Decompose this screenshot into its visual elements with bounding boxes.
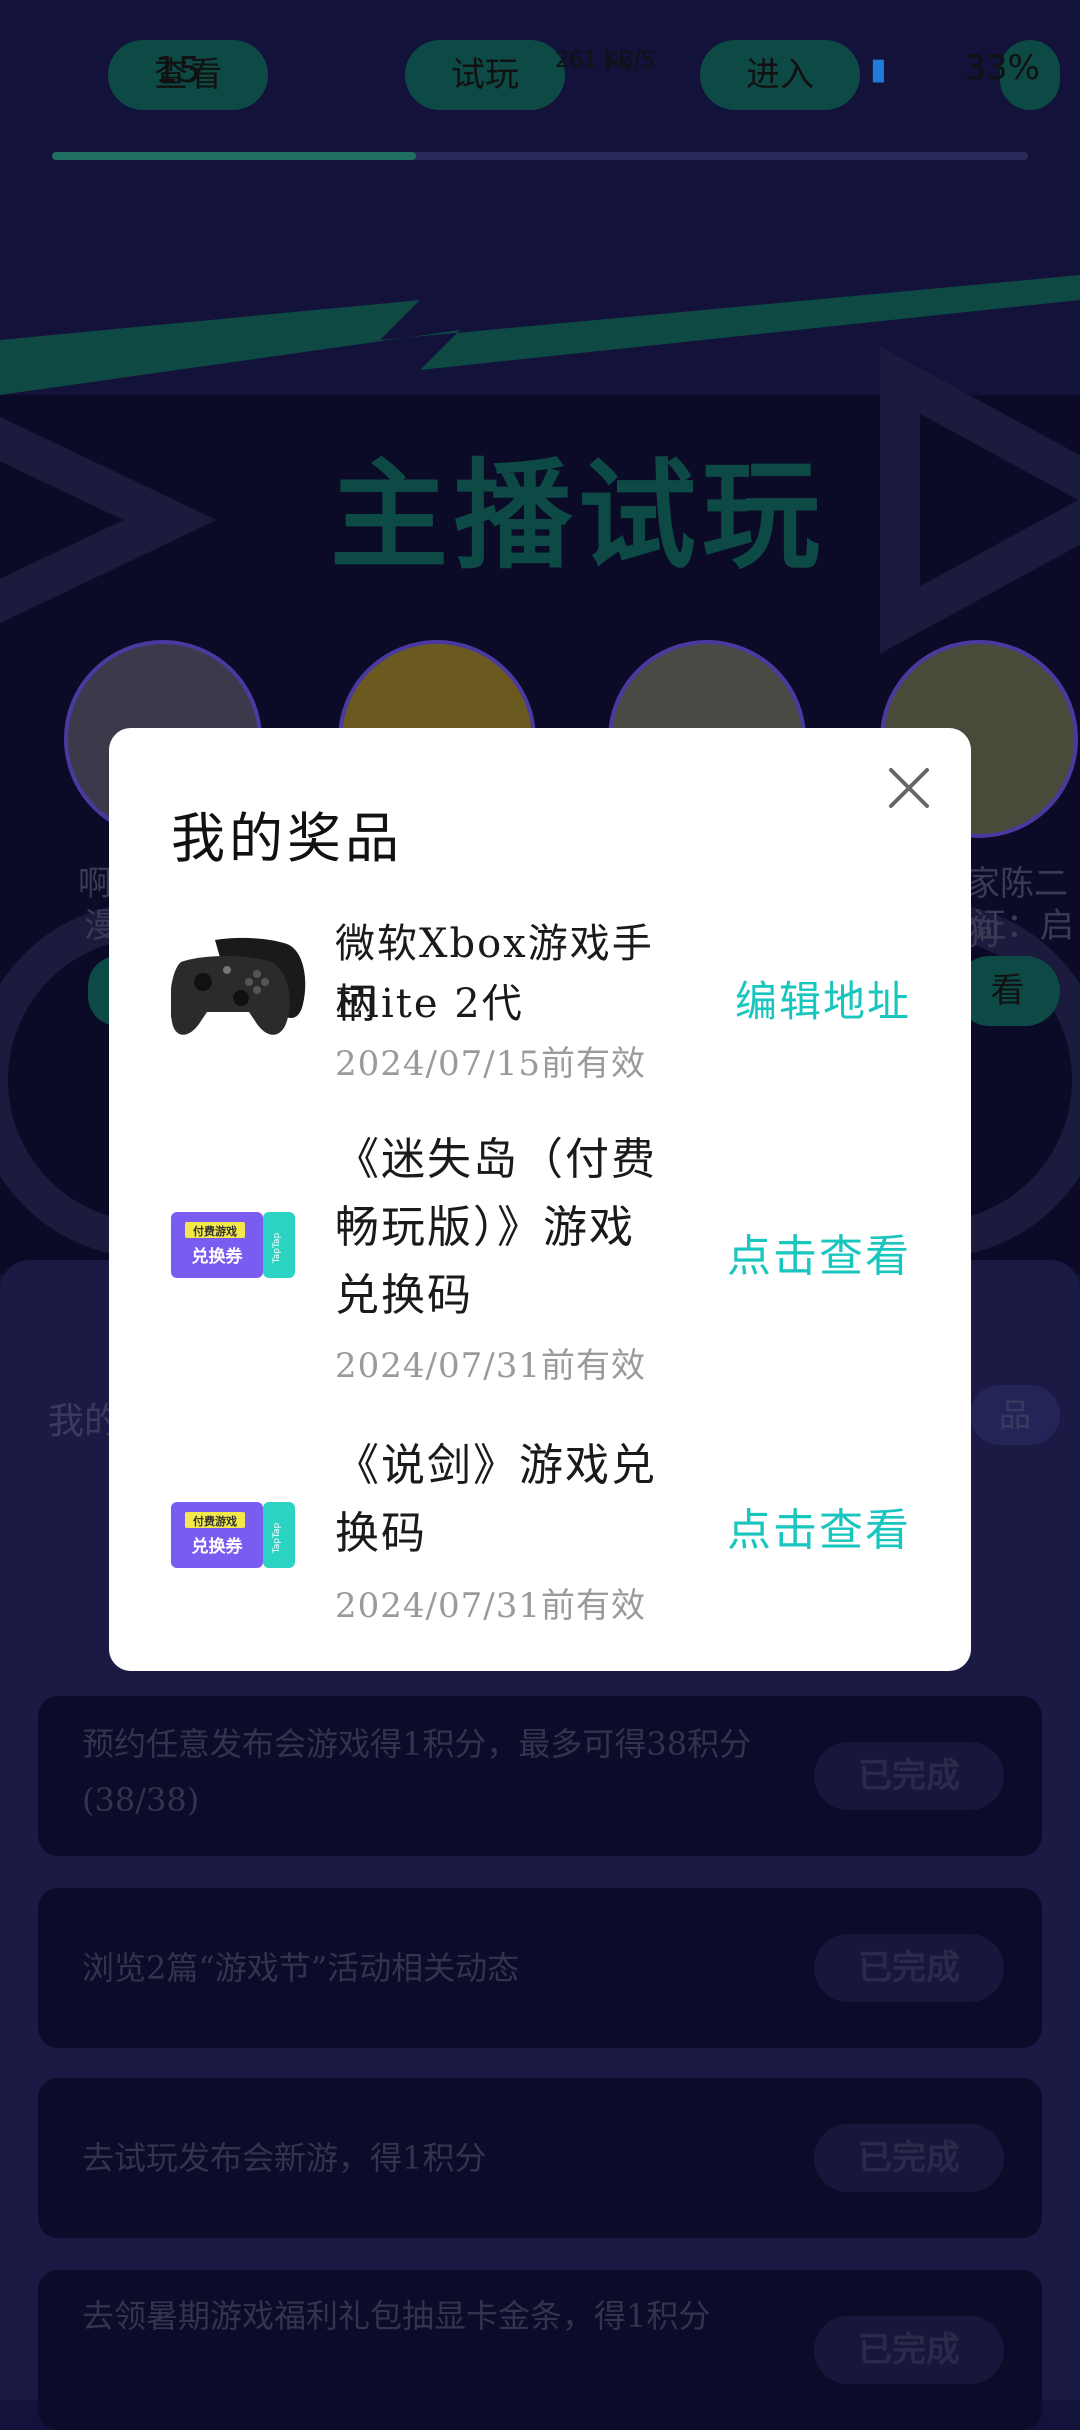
tab-progress-fill <box>52 152 416 160</box>
task-text: 预约任意发布会游戏得1积分，最多可得38积分(38/38) <box>82 1725 752 1819</box>
gamepad-image <box>171 937 306 1035</box>
dialog-title: 我的奖品 <box>171 807 403 870</box>
prize-name-line: 兑换码 <box>335 1270 473 1321</box>
edit-address-button[interactable]: 编辑地址 <box>735 968 911 1029</box>
prize-valid-date: 2024/07/31前有效 <box>335 1346 646 1386</box>
task-text: 去试玩发布会新游，得1积分 <box>82 2139 487 2177</box>
banner-title: 主播试玩 <box>330 447 827 585</box>
view-code-button[interactable]: 点击查看 <box>727 1220 911 1284</box>
prize-item: 微软Xbox游戏手柄 Elite 2代 2024/07/15前有效 编辑地址 <box>109 914 971 1084</box>
voucher-brand: TapTap <box>272 1232 282 1264</box>
task-text: 去领暑期游戏福利礼包抽显卡金条，得1积分 <box>82 2297 711 2335</box>
voucher-label-main: 兑换券 <box>192 1246 244 1267</box>
prize-item: 付费游戏 兑换券 TapTap 《迷失岛（付费 畅玩版）》游戏 兑换码 2024… <box>109 1126 971 1386</box>
voucher-image: 付费游戏 兑换券 TapTap <box>171 1502 295 1568</box>
status-bar: 查看 试玩 进入 15 261 KB/S 33% ◠ ▮ <box>0 0 1080 140</box>
task-text: 浏览2篇“游戏节”活动相关动态 <box>82 1949 520 1987</box>
prize-name-line: Elite 2代 <box>335 981 524 1027</box>
task-completed-button[interactable]: 已完成 <box>814 2316 1004 2384</box>
battery-icon: ▮ <box>870 52 887 87</box>
prize-name-line: 《说剑》游戏兑 <box>335 1440 657 1491</box>
my-prize-chip[interactable]: 品 <box>970 1385 1060 1445</box>
view-code-button[interactable]: 点击查看 <box>727 1494 911 1558</box>
prize-name-line: 《迷失岛（付费 <box>335 1134 657 1185</box>
voucher-label-main: 兑换券 <box>192 1536 244 1557</box>
prize-valid-date: 2024/07/15前有效 <box>335 1044 646 1084</box>
close-icon[interactable] <box>879 758 939 818</box>
task-completed-button[interactable]: 已完成 <box>814 2124 1004 2192</box>
top-chip-try[interactable]: 试玩 <box>405 40 565 110</box>
top-chip-enter[interactable]: 进入 <box>700 40 860 110</box>
prize-name-line: 畅玩版）》游戏 <box>335 1202 635 1253</box>
task-row: 浏览2篇“游戏节”活动相关动态 已完成 <box>38 1888 1042 2048</box>
task-completed-button[interactable]: 已完成 <box>814 1742 1004 1810</box>
voucher-image: 付费游戏 兑换券 TapTap <box>171 1212 295 1278</box>
prize-name-line: 换码 <box>335 1508 427 1559</box>
voucher-label-top: 付费游戏 <box>193 1514 237 1528</box>
voucher-label-top: 付费游戏 <box>193 1224 237 1238</box>
wifi-icon: ◠ <box>605 52 632 87</box>
task-row: 去试玩发布会新游，得1积分 已完成 <box>38 2078 1042 2238</box>
task-row: 预约任意发布会游戏得1积分，最多可得38积分(38/38) 已完成 <box>38 1696 1042 1856</box>
status-time: 15 <box>155 50 201 91</box>
prize-valid-date: 2024/07/31前有效 <box>335 1586 646 1626</box>
voucher-brand: TapTap <box>272 1522 282 1554</box>
my-prizes-dialog: 我的奖品 微软Xbox游戏手柄 Elite 2代 2024/07/15前有效 编… <box>109 728 971 1671</box>
prize-item: 付费游戏 兑换券 TapTap 《说剑》游戏兑 换码 2024/07/31前有效… <box>109 1432 971 1671</box>
battery-level: 33% <box>964 48 1040 88</box>
task-row: 去领暑期游戏福利礼包抽显卡金条，得1积分 已完成 <box>38 2270 1042 2430</box>
task-completed-button[interactable]: 已完成 <box>814 1934 1004 2002</box>
